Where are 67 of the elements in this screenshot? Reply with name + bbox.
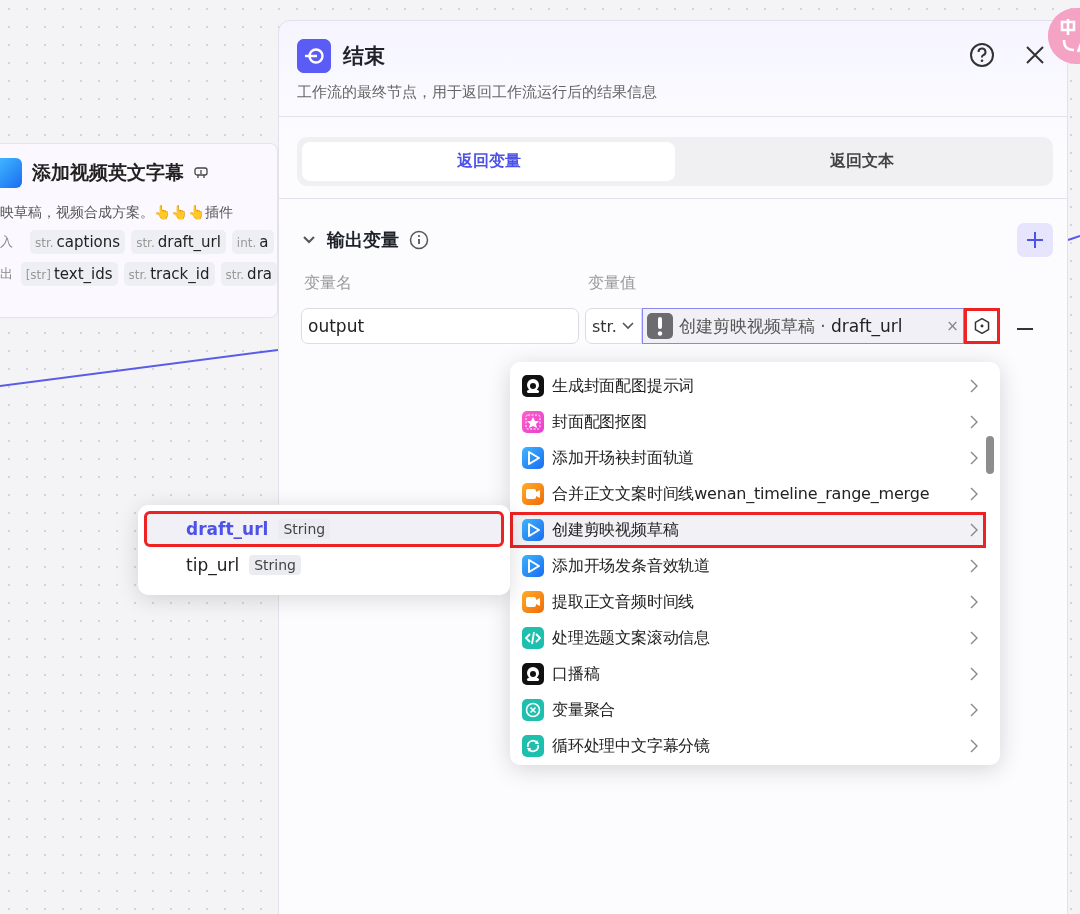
info-icon[interactable] [409,230,429,250]
node-title: 添加视频英文字幕 [32,160,184,185]
parameter-tag: str. captions [30,230,126,254]
loop-icon [522,735,544,757]
chevron-icon [970,559,978,573]
parameter-tag: str. draft_url [131,230,226,254]
scrollbar[interactable] [986,436,994,474]
menu-item[interactable]: 合并正文文案时间线wenan_timeline_range_merge [510,476,986,512]
panel-title: 结束 [343,43,386,70]
menu-item[interactable]: 变量聚合 [510,692,986,728]
add-button[interactable] [1017,223,1053,257]
type-select[interactable]: str. [585,308,642,344]
menu-item[interactable]: tip_url String [144,547,504,583]
type-tag: String [278,519,331,539]
caret-icon [620,321,635,331]
connector-line [1067,235,1080,241]
tab[interactable]: 返回文本 [675,142,1048,181]
avatar-icon [522,663,544,685]
type-tag: String [249,555,301,575]
chevron-icon [970,739,978,753]
tab[interactable]: 返回变量 [302,142,675,181]
hexagon-icon [972,315,991,337]
chevron-icon [970,667,978,681]
column-header: 变量名 [303,273,353,294]
chevron-icon [970,703,978,717]
video-icon [522,591,544,613]
parameter-tag: str. dra [220,262,277,286]
minus-icon [1015,326,1034,331]
menu-item[interactable]: 生成封面配图提示词 [510,368,986,404]
menu-item[interactable]: 添加开场袂封面轨道 [510,440,986,476]
plus-icon [1026,231,1044,249]
avatar-icon [522,375,544,397]
chevron-icon [970,487,978,501]
image-icon [522,411,544,433]
menu-item[interactable]: 封面配图抠图 [510,404,986,440]
workflow-node[interactable]: 添加视频英文字幕 映草稿，视频合成方案。👆👆👆插件 入 str. captions str. draft_url int. a 出 [str] text_ids str. track_id str. dra [0,143,278,318]
port-label: 出 [0,265,14,283]
parameter-tag: str. track_id [123,262,215,286]
panel-description: 工作流的最终节点，用于返回工作流运行后的结果信息 [279,73,1067,117]
variable-name-field[interactable]: output [301,308,579,344]
variable-picker-button[interactable] [963,308,1000,344]
link-icon [194,167,208,179]
section-title: 输出变量 [327,228,399,252]
menu-item[interactable]: 添加开场发条音效轨道 [510,548,986,584]
chevron-icon [970,523,978,537]
port-label: 入 [0,233,14,251]
node-description: 映草稿，视频合成方案。👆👆👆插件 [0,204,234,222]
menu-item[interactable]: 创建剪映视频草稿 [510,512,986,548]
chevron-icon [970,631,978,645]
column-header: 变量值 [588,273,636,294]
menu-item[interactable]: 口播稿 [510,656,986,692]
chevron-icon [970,415,978,429]
menu-item[interactable]: 处理选题文案滚动信息 [510,620,986,656]
variable-icon [522,699,544,721]
menu-item[interactable]: draft_url String [144,511,504,547]
reference-field[interactable]: 创建剪映视频草稿 · draft_url × [641,308,964,344]
menu-item[interactable]: 循环处理中文字幕分镜 [510,728,986,764]
chevron-icon [970,379,978,393]
menu-item[interactable]: 提取正文音频时间线 [510,584,986,620]
parameter-tag: int. a [231,230,274,254]
end-node-icon [297,39,331,73]
parameter-tag: [str] text_ids [20,262,118,286]
video-icon [522,483,544,505]
warning-icon [646,313,673,339]
chevron-icon [970,595,978,609]
code-icon [522,627,544,649]
chevron-icon [970,451,978,465]
